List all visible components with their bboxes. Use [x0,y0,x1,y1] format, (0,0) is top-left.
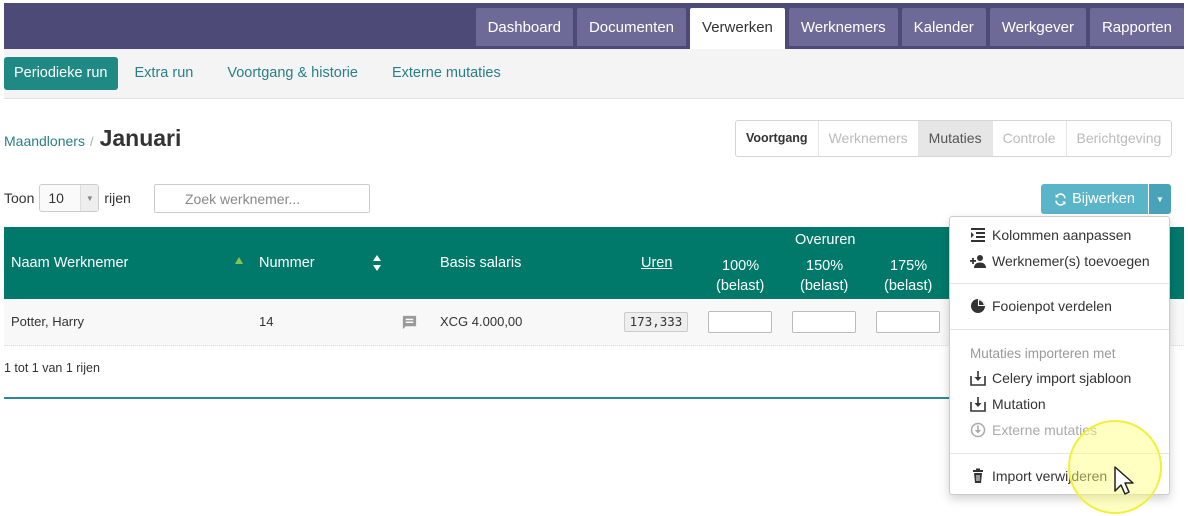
sort-ascending-icon[interactable] [235,257,243,264]
column-header-name[interactable]: Naam Werknemer [11,255,128,271]
menu-item-add-employees-label: Werknemer(s) toevoegen [992,253,1150,269]
overtime-150-input[interactable] [792,311,856,333]
chevron-down-icon: ▼ [80,185,99,211]
menu-item-tip-pool-label: Fooienpot verdelen [992,298,1112,314]
sort-icon[interactable] [373,255,381,271]
cell-hours-value: 173,333 [624,312,688,332]
tab-verwerken[interactable]: Verwerken [690,8,785,49]
menu-item-celery-import-label: Celery import sjabloon [992,370,1132,386]
column-header-ot150: 150% [806,258,844,274]
caret-down-icon: ▼ [1156,194,1164,204]
cell-employee-name: Potter, Harry [11,314,84,329]
subnav-voortgang-historie[interactable]: Voortgang & historie [210,57,375,90]
menu-item-mutation-import[interactable]: Mutation [970,396,1046,412]
step-voortgang[interactable]: Voortgang [736,121,819,156]
page-size-select[interactable]: 10 ▼ [39,184,100,212]
mouse-cursor-icon [1114,466,1134,495]
rows-label: rijen [104,190,131,206]
column-header-number[interactable]: Nummer [259,255,315,271]
process-steps: Voortgang Werknemers Mutaties Controle B… [735,120,1173,157]
tab-werkgever[interactable]: Werkgever [989,8,1086,46]
table-toolbar: Toon 10 ▼ rijen [4,184,370,213]
import-icon [970,371,986,386]
trash-icon [973,468,983,483]
column-header-ot175-taxed: (belast) [884,278,933,294]
show-label: Toon [4,190,35,206]
search-employee-input[interactable] [154,184,370,213]
sub-navigation: Periodieke run Extra run Voortgang & his… [4,57,518,90]
subnav-extra-run[interactable]: Extra run [118,57,211,90]
add-user-icon [970,255,986,268]
column-group-overtime: Overuren [795,232,856,248]
subnav-externe-mutaties[interactable]: Externe mutaties [375,57,518,90]
column-header-ot100-taxed: (belast) [716,278,765,294]
column-header-ot100: 100% [722,258,760,274]
cell-employee-number: 14 [259,314,274,329]
sub-navigation-bar: Periodieke run Extra run Voortgang & his… [4,49,1184,99]
page-title: Januari [99,125,182,151]
tab-dashboard[interactable]: Dashboard [475,8,573,46]
column-header-salary: Basis salaris [440,255,522,271]
update-dropdown-toggle[interactable]: ▼ [1149,184,1171,214]
comment-icon[interactable] [401,314,418,331]
download-circle-icon [970,422,986,438]
step-mutaties[interactable]: Mutaties [918,121,993,156]
column-header-ot150-taxed: (belast) [800,278,849,294]
menu-item-tip-pool[interactable]: Fooienpot verdelen [970,298,1112,314]
menu-item-mutation-import-label: Mutation [992,396,1046,412]
overtime-100-input[interactable] [708,311,772,333]
column-header-hours[interactable]: Uren [641,255,672,271]
menu-divider [950,283,1169,284]
cell-base-salary: XCG 4.000,00 [440,314,523,329]
columns-icon [971,228,985,242]
menu-item-celery-import[interactable]: Celery import sjabloon [970,370,1131,386]
menu-item-external-mutations: Externe mutaties [970,422,1097,438]
step-berichtgeving: Berichtgeving [1076,130,1162,146]
top-header-bar: Dashboard Documenten Verwerken Werknemer… [4,3,1184,49]
update-button[interactable]: Bijwerken [1041,184,1148,214]
menu-import-header: Mutaties importeren met [970,346,1116,361]
column-header-ot175: 175% [890,258,928,274]
step-controle: Controle [993,121,1067,156]
breadcrumb: Maandloners / Januari [4,125,181,152]
table-info-text: 1 tot 1 van 1 rijen [4,361,100,375]
tab-werknemers[interactable]: Werknemers [788,8,898,46]
subnav-periodieke-run[interactable]: Periodieke run [4,57,118,90]
top-navigation: Dashboard Documenten Verwerken Werknemer… [475,8,1184,49]
refresh-icon [1055,192,1066,206]
import-icon [970,397,986,412]
tab-kalender[interactable]: Kalender [901,8,986,46]
update-button-label: Bijwerken [1072,191,1135,207]
menu-item-columns-label: Kolommen aanpassen [992,227,1132,243]
table-bottom-divider [4,397,950,399]
breadcrumb-parent-link[interactable]: Maandloners [4,133,85,149]
update-button-group: Bijwerken ▼ [1041,184,1171,214]
step-werknemers: Werknemers [819,121,919,156]
menu-item-add-employees[interactable]: Werknemer(s) toevoegen [970,253,1150,269]
menu-divider [950,329,1169,330]
page-size-value: 10 [48,190,64,206]
overtime-175-input[interactable] [876,311,940,333]
menu-item-columns[interactable]: Kolommen aanpassen [970,227,1131,243]
breadcrumb-separator: / [89,134,94,149]
pie-chart-icon [971,299,985,313]
tab-rapporten[interactable]: Rapporten [1089,8,1184,46]
tab-documenten[interactable]: Documenten [576,8,687,46]
